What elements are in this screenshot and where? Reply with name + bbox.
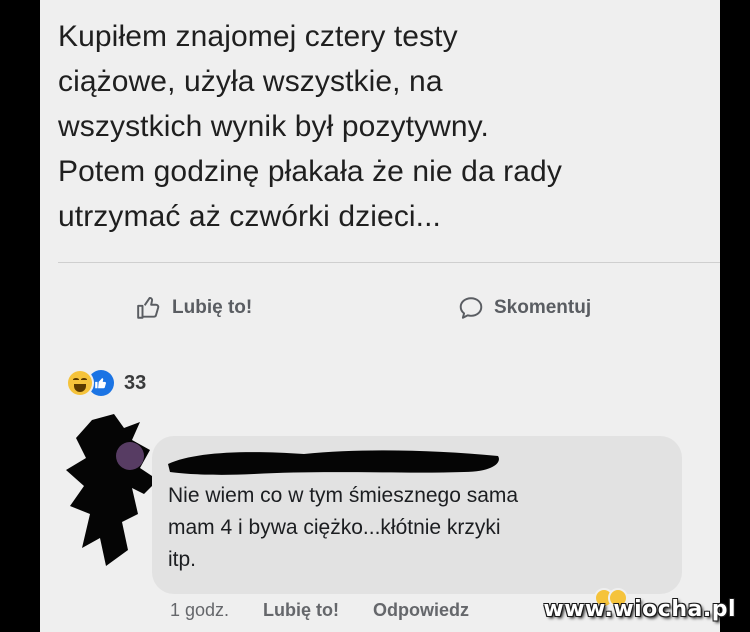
redacted-commenter-name[interactable] xyxy=(164,444,504,478)
comment-meta: 1 godz. Lubię to! Odpowiedz xyxy=(170,600,469,621)
comment-text: Nie wiem co w tym śmiesznego sama mam 4 … xyxy=(168,484,519,571)
like-button-label: Lubię to! xyxy=(172,297,253,318)
post-text: Kupiłem znajomej cztery testy ciążowe, u… xyxy=(58,20,562,233)
comment-button-label: Skomentuj xyxy=(494,297,592,318)
redacted-avatar[interactable] xyxy=(62,410,162,570)
watermark: www.wiocha.pl xyxy=(543,597,736,622)
comment-reply-link[interactable]: Odpowiedz xyxy=(373,600,469,621)
reaction-count: 33 xyxy=(124,371,147,394)
comment-bubble-icon xyxy=(459,297,483,319)
thumbs-up-icon xyxy=(137,296,160,319)
post-actions-bar: Lubię to! Skomentuj xyxy=(40,288,720,328)
reactions-summary[interactable]: 33 xyxy=(66,368,146,398)
comment-button[interactable]: Skomentuj xyxy=(458,288,591,328)
comment-timestamp: 1 godz. xyxy=(170,600,230,620)
like-button[interactable]: Lubię to! xyxy=(136,288,252,328)
post-card: Kupiłem znajomej cztery testy ciążowe, u… xyxy=(40,0,720,632)
haha-icon xyxy=(66,369,94,397)
post-divider xyxy=(58,262,720,263)
comment-like-link[interactable]: Lubię to! xyxy=(263,600,339,621)
